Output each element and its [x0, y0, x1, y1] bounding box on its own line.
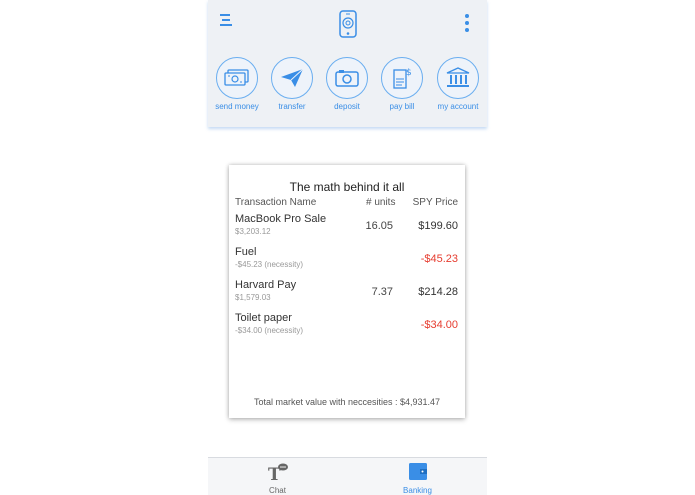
chat-text-icon: T [267, 462, 289, 485]
pay-bill-label: pay bill [389, 102, 415, 111]
bank-icon [437, 57, 479, 99]
transaction-units: 7.37 [371, 286, 393, 298]
transaction-amount: $3,203.12 [235, 227, 271, 236]
app-header: send money transfer deposit $ pay bill m… [208, 0, 487, 127]
transaction-name: Harvard Pay [235, 279, 297, 291]
more-vertical-icon[interactable] [463, 14, 471, 32]
quick-actions: send money transfer deposit $ pay bill m… [208, 57, 487, 117]
column-header-price: SPY Price [412, 197, 458, 208]
transaction-amount: -$45.23 (necessity) [235, 260, 304, 269]
transaction-price: $199.60 [418, 220, 458, 232]
transaction-name: Toilet paper [235, 312, 292, 324]
tab-chat[interactable]: T Chat [208, 458, 347, 495]
card-title: The math behind it all [289, 180, 405, 194]
column-header-units: # units [366, 197, 396, 208]
total-market-value: Total market value with neccesities : $4… [253, 397, 441, 407]
money-icon [216, 57, 258, 99]
transaction-price: $214.28 [418, 286, 458, 298]
transaction-row: Fuel -$45.23 (necessity) -$45.23 [229, 246, 465, 278]
svg-text:$: $ [406, 68, 412, 78]
my-account-button[interactable]: my account [433, 57, 483, 111]
transaction-amount: $1,579.03 [235, 293, 271, 302]
transaction-price: -$45.23 [420, 253, 458, 265]
bottom-tab-bar: T Chat Banking [208, 457, 487, 495]
deposit-button[interactable]: deposit [322, 57, 372, 111]
transaction-units: 16.05 [365, 220, 393, 232]
transaction-row: Toilet paper -$34.00 (necessity) -$34.00 [229, 312, 465, 344]
my-account-label: my account [437, 102, 479, 111]
tab-banking[interactable]: Banking [348, 458, 487, 495]
transaction-row: Harvard Pay $1,579.03 7.37 $214.28 [229, 279, 465, 311]
transaction-amount: -$34.00 (necessity) [235, 326, 304, 335]
transfer-label: transfer [278, 102, 306, 111]
bill-icon: $ [381, 57, 423, 99]
phone-logo-icon [338, 10, 358, 38]
transaction-name: MacBook Pro Sale [235, 213, 327, 225]
transaction-price: -$34.00 [420, 319, 458, 331]
math-summary-card: The math behind it all Transaction Name … [229, 165, 465, 418]
paper-plane-icon [271, 57, 313, 99]
send-money-label: send money [215, 102, 259, 111]
deposit-label: deposit [334, 102, 360, 111]
wallet-icon [407, 462, 429, 482]
transaction-name: Fuel [235, 246, 257, 258]
menu-icon[interactable] [220, 13, 234, 27]
send-money-button[interactable]: send money [212, 57, 262, 111]
column-header-name: Transaction Name [235, 197, 317, 208]
camera-icon [326, 57, 368, 99]
transaction-row: MacBook Pro Sale $3,203.12 16.05 $199.60 [229, 213, 465, 245]
transfer-button[interactable]: transfer [267, 57, 317, 111]
pay-bill-button[interactable]: $ pay bill [377, 57, 427, 111]
